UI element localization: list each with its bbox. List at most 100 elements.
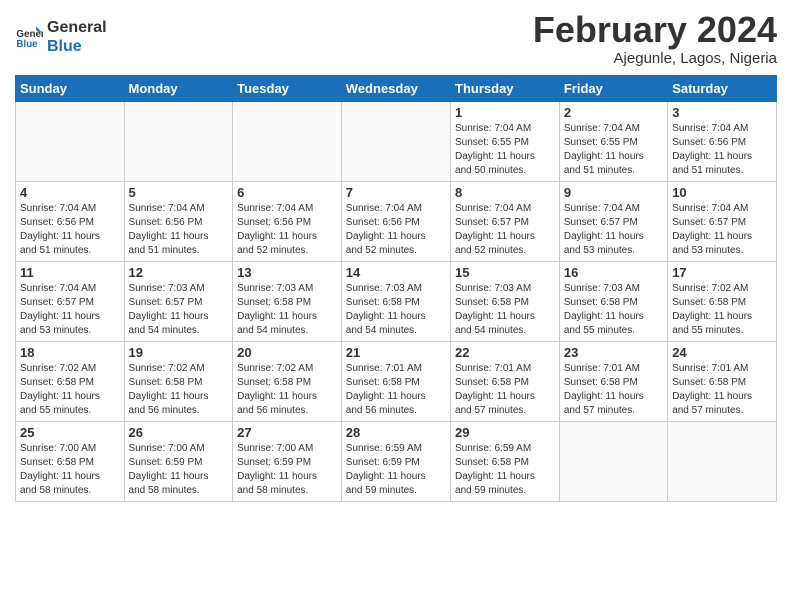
day-info: Sunrise: 7:04 AM Sunset: 6:57 PM Dayligh… — [564, 202, 663, 258]
calendar-cell: 2 Sunrise: 7:04 AM Sunset: 6:55 PM Daylig… — [559, 101, 667, 181]
calendar-table: SundayMondayTuesdayWednesdayThursdayFrid… — [15, 75, 777, 502]
calendar-cell: 3 Sunrise: 7:04 AM Sunset: 6:56 PM Daylig… — [668, 101, 777, 181]
weekday-header-saturday: Saturday — [668, 75, 777, 101]
day-number: 24 — [672, 345, 772, 360]
calendar-cell — [233, 101, 342, 181]
day-info: Sunrise: 7:04 AM Sunset: 6:56 PM Dayligh… — [346, 202, 446, 258]
calendar-cell: 24 Sunrise: 7:01 AM Sunset: 6:58 PM Dayli… — [668, 341, 777, 421]
calendar-cell: 12Sunrise: 7:03 AM Sunset: 6:57 PM Dayli… — [124, 261, 233, 341]
weekday-header-tuesday: Tuesday — [233, 75, 342, 101]
calendar-cell: 4 Sunrise: 7:04 AM Sunset: 6:56 PM Daylig… — [16, 181, 125, 261]
day-info: Sunrise: 6:59 AM Sunset: 6:58 PM Dayligh… — [455, 442, 555, 498]
calendar-cell: 9 Sunrise: 7:04 AM Sunset: 6:57 PM Daylig… — [559, 181, 667, 261]
day-number: 23 — [564, 345, 663, 360]
day-number: 22 — [455, 345, 555, 360]
calendar-cell: 19 Sunrise: 7:02 AM Sunset: 6:58 PM Dayli… — [124, 341, 233, 421]
logo-line2: Blue — [47, 37, 107, 56]
calendar-cell: 17Sunrise: 7:02 AM Sunset: 6:58 PM Dayli… — [668, 261, 777, 341]
weekday-header-sunday: Sunday — [16, 75, 125, 101]
day-number: 7 — [346, 185, 446, 200]
day-info: Sunrise: 7:03 AM Sunset: 6:58 PM Dayligh… — [564, 282, 663, 338]
day-info: Sunrise: 7:04 AM Sunset: 6:56 PM Dayligh… — [129, 202, 229, 258]
day-info: Sunrise: 7:01 AM Sunset: 6:58 PM Dayligh… — [455, 362, 555, 418]
weekday-header-wednesday: Wednesday — [341, 75, 450, 101]
svg-text:Blue: Blue — [16, 39, 38, 50]
day-info: Sunrise: 7:00 AM Sunset: 6:59 PM Dayligh… — [237, 442, 337, 498]
calendar-cell: 6Sunrise: 7:04 AM Sunset: 6:56 PM Daylig… — [233, 181, 342, 261]
calendar-cell: 1Sunrise: 7:04 AM Sunset: 6:55 PM Daylig… — [451, 101, 560, 181]
calendar-cell: 23Sunrise: 7:01 AM Sunset: 6:58 PM Dayli… — [559, 341, 667, 421]
weekday-header-friday: Friday — [559, 75, 667, 101]
day-number: 18 — [20, 345, 120, 360]
day-info: Sunrise: 7:03 AM Sunset: 6:58 PM Dayligh… — [346, 282, 446, 338]
day-info: Sunrise: 7:04 AM Sunset: 6:56 PM Dayligh… — [237, 202, 337, 258]
day-number: 12 — [129, 265, 229, 280]
day-number: 13 — [237, 265, 337, 280]
day-info: Sunrise: 7:00 AM Sunset: 6:58 PM Dayligh… — [20, 442, 120, 498]
calendar-cell: 22 Sunrise: 7:01 AM Sunset: 6:58 PM Dayli… — [451, 341, 560, 421]
day-number: 14 — [346, 265, 446, 280]
day-number: 21 — [346, 345, 446, 360]
calendar-cell: 25 Sunrise: 7:00 AM Sunset: 6:58 PM Dayli… — [16, 421, 125, 501]
calendar-cell: 27 Sunrise: 7:00 AM Sunset: 6:59 PM Dayli… — [233, 421, 342, 501]
calendar-cell: 21Sunrise: 7:01 AM Sunset: 6:58 PM Dayli… — [341, 341, 450, 421]
day-number: 4 — [20, 185, 120, 200]
day-info: Sunrise: 7:04 AM Sunset: 6:56 PM Dayligh… — [20, 202, 120, 258]
day-number: 2 — [564, 105, 663, 120]
day-number: 20 — [237, 345, 337, 360]
calendar-week-5: 25 Sunrise: 7:00 AM Sunset: 6:58 PM Dayli… — [16, 421, 777, 501]
day-info: Sunrise: 7:04 AM Sunset: 6:55 PM Dayligh… — [564, 122, 663, 178]
weekday-header-row: SundayMondayTuesdayWednesdayThursdayFrid… — [16, 75, 777, 101]
day-number: 11 — [20, 265, 120, 280]
day-number: 10 — [672, 185, 772, 200]
calendar-cell — [341, 101, 450, 181]
calendar-cell: 18 Sunrise: 7:02 AM Sunset: 6:58 PM Dayli… — [16, 341, 125, 421]
calendar-cell: 8Sunrise: 7:04 AM Sunset: 6:57 PM Daylig… — [451, 181, 560, 261]
calendar-cell: 13 Sunrise: 7:03 AM Sunset: 6:58 PM Dayli… — [233, 261, 342, 341]
day-info: Sunrise: 7:01 AM Sunset: 6:58 PM Dayligh… — [672, 362, 772, 418]
day-number: 9 — [564, 185, 663, 200]
day-number: 8 — [455, 185, 555, 200]
day-number: 1 — [455, 105, 555, 120]
day-info: Sunrise: 7:02 AM Sunset: 6:58 PM Dayligh… — [237, 362, 337, 418]
title-block: February 2024 Ajegunle, Lagos, Nigeria — [533, 10, 777, 67]
day-info: Sunrise: 6:59 AM Sunset: 6:59 PM Dayligh… — [346, 442, 446, 498]
calendar-week-2: 4 Sunrise: 7:04 AM Sunset: 6:56 PM Daylig… — [16, 181, 777, 261]
calendar-cell: 29 Sunrise: 6:59 AM Sunset: 6:58 PM Dayli… — [451, 421, 560, 501]
day-number: 19 — [129, 345, 229, 360]
logo-line1: General — [47, 18, 107, 37]
day-number: 25 — [20, 425, 120, 440]
day-number: 5 — [129, 185, 229, 200]
month-title: February 2024 — [533, 10, 777, 50]
calendar-cell — [16, 101, 125, 181]
calendar-cell: 10Sunrise: 7:04 AM Sunset: 6:57 PM Dayli… — [668, 181, 777, 261]
calendar-week-1: 1 Sunrise: 7:04 AM Sunset: 6:55 PM Daylig… — [16, 101, 777, 181]
calendar-cell: 16 Sunrise: 7:03 AM Sunset: 6:58 PM Dayli… — [559, 261, 667, 341]
day-info: Sunrise: 7:04 AM Sunset: 6:56 PM Dayligh… — [672, 122, 772, 178]
calendar-cell: 28Sunrise: 6:59 AM Sunset: 6:59 PM Dayli… — [341, 421, 450, 501]
calendar-cell: 5 Sunrise: 7:04 AM Sunset: 6:56 PM Daylig… — [124, 181, 233, 261]
day-info: Sunrise: 7:04 AM Sunset: 6:57 PM Dayligh… — [20, 282, 120, 338]
day-number: 3 — [672, 105, 772, 120]
day-info: Sunrise: 7:02 AM Sunset: 6:58 PM Dayligh… — [20, 362, 120, 418]
location: Ajegunle, Lagos, Nigeria — [533, 50, 777, 67]
calendar-cell — [124, 101, 233, 181]
calendar-cell: 26 Sunrise: 7:00 AM Sunset: 6:59 PM Dayli… — [124, 421, 233, 501]
calendar-cell: 7 Sunrise: 7:04 AM Sunset: 6:56 PM Daylig… — [341, 181, 450, 261]
day-info: Sunrise: 7:00 AM Sunset: 6:59 PM Dayligh… — [129, 442, 229, 498]
day-number: 16 — [564, 265, 663, 280]
calendar-week-3: 11 Sunrise: 7:04 AM Sunset: 6:57 PM Dayli… — [16, 261, 777, 341]
day-number: 15 — [455, 265, 555, 280]
day-number: 26 — [129, 425, 229, 440]
day-number: 29 — [455, 425, 555, 440]
day-info: Sunrise: 7:03 AM Sunset: 6:58 PM Dayligh… — [237, 282, 337, 338]
day-info: Sunrise: 7:02 AM Sunset: 6:58 PM Dayligh… — [129, 362, 229, 418]
day-info: Sunrise: 7:03 AM Sunset: 6:58 PM Dayligh… — [455, 282, 555, 338]
calendar-cell — [668, 421, 777, 501]
weekday-header-thursday: Thursday — [451, 75, 560, 101]
day-number: 27 — [237, 425, 337, 440]
calendar-cell — [559, 421, 667, 501]
calendar-week-4: 18 Sunrise: 7:02 AM Sunset: 6:58 PM Dayli… — [16, 341, 777, 421]
day-info: Sunrise: 7:02 AM Sunset: 6:58 PM Dayligh… — [672, 282, 772, 338]
weekday-header-monday: Monday — [124, 75, 233, 101]
